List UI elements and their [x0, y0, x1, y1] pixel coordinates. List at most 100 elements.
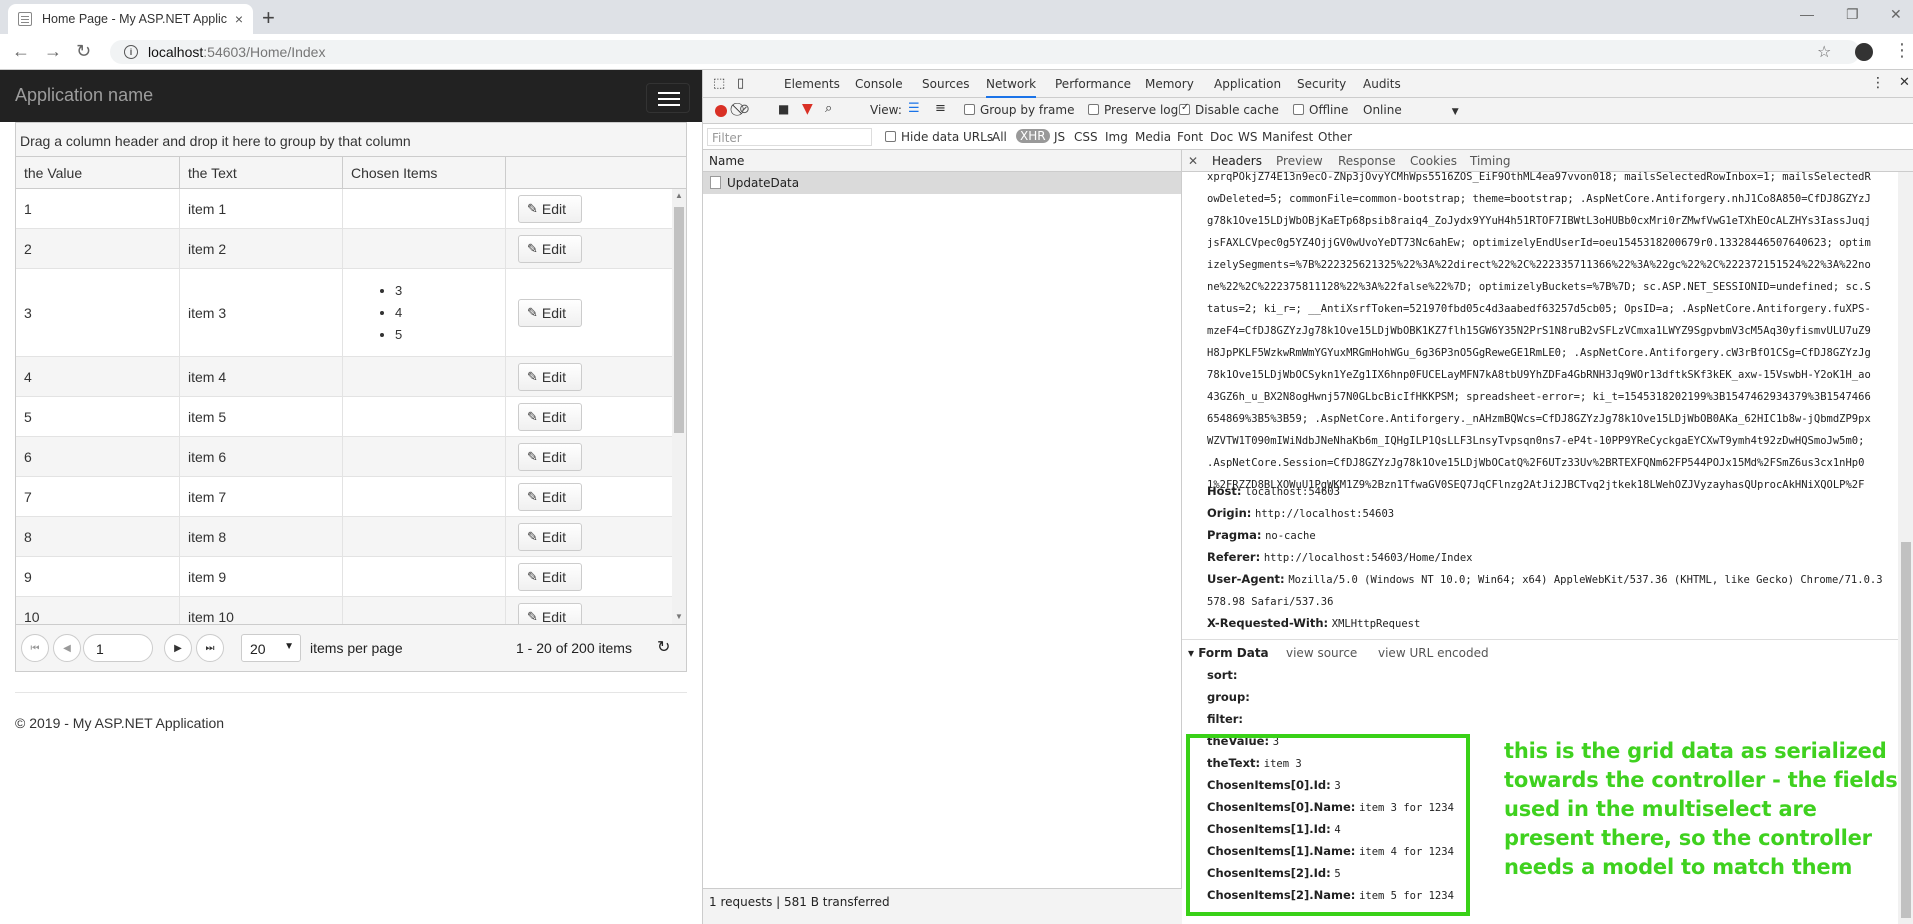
tab-performance[interactable]: Performance [1055, 77, 1131, 91]
info-icon[interactable]: i [124, 45, 138, 59]
edit-button[interactable]: ✎ Edit [518, 603, 582, 624]
tab-console[interactable]: Console [855, 77, 903, 91]
tab-elements[interactable]: Elements [784, 77, 840, 91]
minimize-icon[interactable]: — [1800, 6, 1814, 22]
column-header-chosen[interactable]: Chosen Items [342, 157, 505, 189]
view-url-encoded-link[interactable]: view URL encoded [1378, 646, 1489, 660]
pager-next-icon[interactable]: ▶ [164, 634, 192, 662]
profile-avatar-icon[interactable] [1855, 43, 1873, 61]
filter-ws[interactable]: WS [1238, 130, 1257, 144]
edit-button[interactable]: ✎ Edit [518, 235, 582, 263]
filter-js[interactable]: JS [1054, 130, 1065, 144]
edit-button[interactable]: ✎ Edit [518, 363, 582, 391]
offline-checkbox[interactable]: Offline [1293, 103, 1348, 117]
inspect-element-icon[interactable]: ⬚ [713, 76, 725, 91]
table-row[interactable]: 6 item 6 ✎ Edit [16, 437, 672, 477]
view-source-link[interactable]: view source [1286, 646, 1357, 660]
close-detail-icon[interactable]: ✕ [1188, 154, 1198, 168]
edit-button[interactable]: ✎ Edit [518, 523, 582, 551]
tab-sources[interactable]: Sources [922, 77, 969, 91]
pager-first-icon[interactable]: ⏮ [21, 634, 49, 662]
tab-cookies[interactable]: Cookies [1410, 154, 1457, 168]
browser-tab[interactable]: Home Page - My ASP.NET Applic × [8, 4, 253, 34]
edit-button[interactable]: ✎ Edit [518, 443, 582, 471]
filter-other[interactable]: Other [1318, 130, 1352, 144]
large-rows-icon[interactable]: ☰ [908, 101, 920, 116]
pager-prev-icon[interactable]: ◀ [53, 634, 81, 662]
forward-icon[interactable]: → [44, 41, 62, 62]
tab-audits[interactable]: Audits [1363, 77, 1401, 91]
table-row[interactable]: 1 item 1 ✎ Edit [16, 189, 672, 229]
devtools-menu-icon[interactable]: ⋮ [1871, 75, 1885, 91]
table-row[interactable]: 10 item 10 ✎ Edit [16, 597, 672, 624]
tab-application[interactable]: Application [1214, 77, 1281, 91]
filter-xhr[interactable]: XHR [1016, 129, 1050, 143]
filter-icon[interactable]: ▼ [802, 101, 813, 117]
navbar-toggle-button[interactable] [646, 83, 690, 113]
table-row[interactable]: 9 item 9 ✎ Edit [16, 557, 672, 597]
app-brand[interactable]: Application name [15, 85, 153, 106]
tab-security[interactable]: Security [1297, 77, 1346, 91]
pager-page-input[interactable]: 1 [83, 634, 153, 662]
refresh-icon[interactable]: ↻ [657, 637, 670, 657]
record-icon[interactable] [715, 105, 727, 117]
filter-doc[interactable]: Doc [1210, 130, 1233, 144]
throttle-select[interactable]: Online ▼ [1363, 103, 1459, 117]
table-row[interactable]: 8 item 8 ✎ Edit [16, 517, 672, 557]
bookmark-star-icon[interactable]: ☆ [1817, 42, 1831, 62]
pager-page-size-select[interactable]: 20 ▼ [241, 634, 301, 662]
edit-button[interactable]: ✎ Edit [518, 299, 582, 327]
filter-input[interactable]: Filter [707, 128, 872, 146]
tab-response[interactable]: Response [1338, 154, 1396, 168]
tab-network[interactable]: Network [986, 77, 1037, 98]
filter-font[interactable]: Font [1177, 130, 1203, 144]
request-list-header[interactable]: Name [703, 150, 1181, 172]
column-header-text[interactable]: the Text [179, 157, 342, 189]
tab-preview[interactable]: Preview [1276, 154, 1323, 168]
clear-log-icon[interactable]: ⊘ [739, 102, 750, 117]
group-by-frame-checkbox[interactable]: Group by frame [964, 103, 1074, 117]
tab-close-icon[interactable]: × [235, 11, 243, 27]
address-bar[interactable]: i localhost :54603/Home/Index [110, 40, 1860, 64]
filter-all[interactable]: All [992, 130, 1007, 144]
table-row[interactable]: 4 item 4 ✎ Edit [16, 357, 672, 397]
request-row[interactable]: UpdateData [703, 172, 1181, 194]
group-drop-area[interactable]: Drag a column header and drop it here to… [16, 123, 686, 157]
edit-button[interactable]: ✎ Edit [518, 403, 582, 431]
tab-headers[interactable]: Headers [1212, 154, 1262, 168]
back-icon[interactable]: ← [12, 41, 30, 62]
grid-vertical-scrollbar[interactable]: ▲ ▼ [672, 189, 686, 624]
preserve-log-checkbox[interactable]: Preserve log [1088, 103, 1178, 117]
device-toolbar-icon[interactable]: ▯ [737, 76, 744, 91]
tab-timing[interactable]: Timing [1470, 154, 1511, 168]
pager-last-icon[interactable]: ⏭ [196, 634, 224, 662]
filter-img[interactable]: Img [1105, 130, 1128, 144]
table-row[interactable]: 3item 3345✎Edit [16, 269, 672, 357]
scroll-thumb[interactable] [674, 207, 684, 433]
column-header-value[interactable]: the Value [16, 157, 179, 189]
edit-button[interactable]: ✎ Edit [518, 195, 582, 223]
filter-manifest[interactable]: Manifest [1262, 130, 1313, 144]
edit-button[interactable]: ✎ Edit [518, 563, 582, 591]
filter-media[interactable]: Media [1135, 130, 1171, 144]
scroll-down-icon[interactable]: ▼ [675, 612, 683, 621]
chrome-menu-icon[interactable]: ⋮ [1893, 40, 1911, 61]
new-tab-icon[interactable]: + [262, 5, 275, 31]
form-data-toggle[interactable]: ▾ Form Data [1188, 646, 1269, 660]
table-row[interactable]: 7 item 7 ✎ Edit [16, 477, 672, 517]
reload-icon[interactable]: ↻ [76, 41, 91, 62]
restore-icon[interactable]: ❐ [1846, 6, 1859, 23]
edit-button[interactable]: ✎ Edit [518, 483, 582, 511]
disable-cache-checkbox[interactable]: Disable cache [1179, 102, 1279, 117]
search-icon[interactable]: ⌕ [825, 101, 832, 116]
table-row[interactable]: 2 item 2 ✎ Edit [16, 229, 672, 269]
scroll-up-icon[interactable]: ▲ [675, 191, 683, 200]
hide-data-urls-checkbox[interactable]: Hide data URLs [885, 130, 993, 144]
close-window-icon[interactable]: ✕ [1890, 6, 1902, 23]
table-row[interactable]: 5 item 5 ✎ Edit [16, 397, 672, 437]
screenshot-icon[interactable]: ■ [778, 102, 789, 116]
devtools-close-icon[interactable]: ✕ [1899, 75, 1910, 90]
tab-memory[interactable]: Memory [1145, 77, 1194, 91]
filter-css[interactable]: CSS [1074, 130, 1098, 144]
overview-icon[interactable]: ≡ [935, 101, 946, 116]
